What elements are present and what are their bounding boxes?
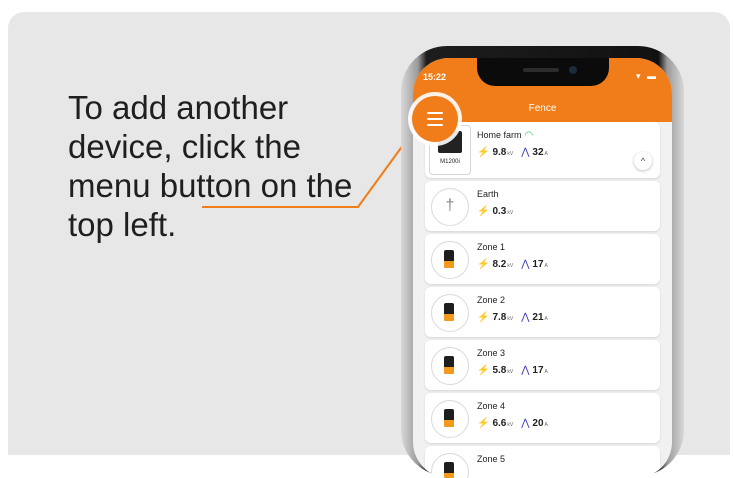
device-name: Earth	[477, 189, 499, 199]
instruction-text: To add another device, click the menu bu…	[68, 88, 398, 244]
bolt-icon: ⚡	[477, 206, 490, 217]
current-unit: A	[544, 369, 548, 375]
menu-bar	[427, 112, 443, 114]
device-name: Zone 5	[477, 454, 506, 464]
earth-stake-icon: †	[445, 197, 455, 214]
device-name: Zone 2	[477, 295, 506, 305]
voltage-unit: kV	[507, 316, 514, 322]
device-row-earth[interactable]: † Earth ⚡ 0.3kV	[425, 181, 660, 231]
fence-monitor-icon	[444, 462, 454, 478]
voltage-unit: kV	[507, 369, 514, 375]
pulse-icon: ⋀	[521, 147, 530, 158]
fence-monitor-icon	[444, 356, 454, 374]
device-row-zone-2[interactable]: Zone 2 ⚡ 7.8kV ⋀ 21A	[425, 287, 660, 337]
fence-monitor-icon	[444, 409, 454, 427]
device-row-zone-5[interactable]: Zone 5	[425, 446, 660, 478]
device-name: Zone 4	[477, 401, 506, 411]
device-row-zone-3[interactable]: Zone 3 ⚡ 5.8kV ⋀ 17A	[425, 340, 660, 390]
phone-notch	[477, 58, 609, 86]
current-value: 20	[532, 418, 544, 429]
device-name: Zone 1	[477, 242, 506, 252]
device-readings: ⚡ 5.8kV ⋀ 17A	[477, 365, 548, 376]
pulse-icon: ⋀	[521, 365, 530, 376]
instruction-line: menu button on the	[68, 167, 353, 204]
current-value: 21	[532, 312, 544, 323]
current-value: 17	[532, 259, 544, 270]
voltage-value: 5.8	[492, 365, 507, 376]
device-name: Home farm ◠	[477, 130, 533, 141]
device-name-text: Home farm	[477, 130, 522, 140]
bolt-icon: ⚡	[477, 147, 490, 158]
bolt-icon: ⚡	[477, 259, 490, 270]
device-list: M1200i Home farm ◠ ⚡ 9.8kV ⋀ 32A ^ † Earth ⚡…	[425, 122, 660, 478]
device-name: Zone 3	[477, 348, 506, 358]
device-readings: ⚡ 7.8kV ⋀ 21A	[477, 312, 548, 323]
current-value: 17	[532, 365, 544, 376]
current-unit: A	[544, 263, 548, 269]
camera-icon	[569, 66, 577, 74]
voltage-unit: kV	[507, 151, 514, 157]
voltage-unit: kV	[507, 210, 514, 216]
speaker-grille	[523, 68, 559, 72]
zone-thumbnail	[431, 453, 469, 478]
instruction-line: top left.	[68, 206, 177, 243]
pulse-icon: ⋀	[521, 259, 530, 270]
status-time: 15:22	[423, 72, 447, 82]
current-unit: A	[544, 422, 548, 428]
status-icons: ▾ ▬	[635, 71, 658, 81]
device-readings: ⚡ 9.8kV ⋀ 32A	[477, 147, 548, 158]
device-readings: ⚡ 8.2kV ⋀ 17A	[477, 259, 548, 270]
zone-thumbnail	[431, 294, 469, 332]
bolt-icon: ⚡	[477, 365, 490, 376]
voltage-value: 7.8	[492, 312, 507, 323]
fence-monitor-icon	[444, 303, 454, 321]
voltage-value: 9.8	[492, 147, 507, 158]
earth-thumbnail: †	[431, 188, 469, 226]
pulse-icon: ⋀	[521, 312, 530, 323]
zone-thumbnail	[431, 347, 469, 385]
instruction-line: To add another	[68, 89, 289, 126]
voltage-value: 0.3	[492, 206, 507, 217]
device-row-home-farm[interactable]: M1200i Home farm ◠ ⚡ 9.8kV ⋀ 32A ^	[425, 122, 660, 178]
pulse-icon: ⋀	[521, 418, 530, 429]
zone-thumbnail	[431, 400, 469, 438]
device-readings: ⚡ 0.3kV	[477, 206, 513, 217]
zone-thumbnail	[431, 241, 469, 279]
device-model: M1200i	[440, 159, 460, 165]
voltage-value: 6.6	[492, 418, 507, 429]
bolt-icon: ⚡	[477, 312, 490, 323]
voltage-unit: kV	[507, 422, 514, 428]
collapse-chevron-up-icon[interactable]: ^	[634, 152, 652, 170]
device-readings: ⚡ 6.6kV ⋀ 20A	[477, 418, 548, 429]
hamburger-menu-icon[interactable]	[412, 96, 458, 142]
device-row-zone-1[interactable]: Zone 1 ⚡ 8.2kV ⋀ 17A	[425, 234, 660, 284]
menu-bar	[427, 124, 443, 126]
current-unit: A	[544, 316, 548, 322]
current-value: 32	[532, 147, 544, 158]
menu-bar	[427, 118, 443, 120]
device-row-zone-4[interactable]: Zone 4 ⚡ 6.6kV ⋀ 20A	[425, 393, 660, 443]
instruction-line: device, click the	[68, 128, 301, 165]
current-unit: A	[544, 151, 548, 157]
voltage-unit: kV	[507, 263, 514, 269]
fence-monitor-icon	[444, 250, 454, 268]
wifi-icon: ◠	[524, 130, 534, 141]
bolt-icon: ⚡	[477, 418, 490, 429]
voltage-value: 8.2	[492, 259, 507, 270]
